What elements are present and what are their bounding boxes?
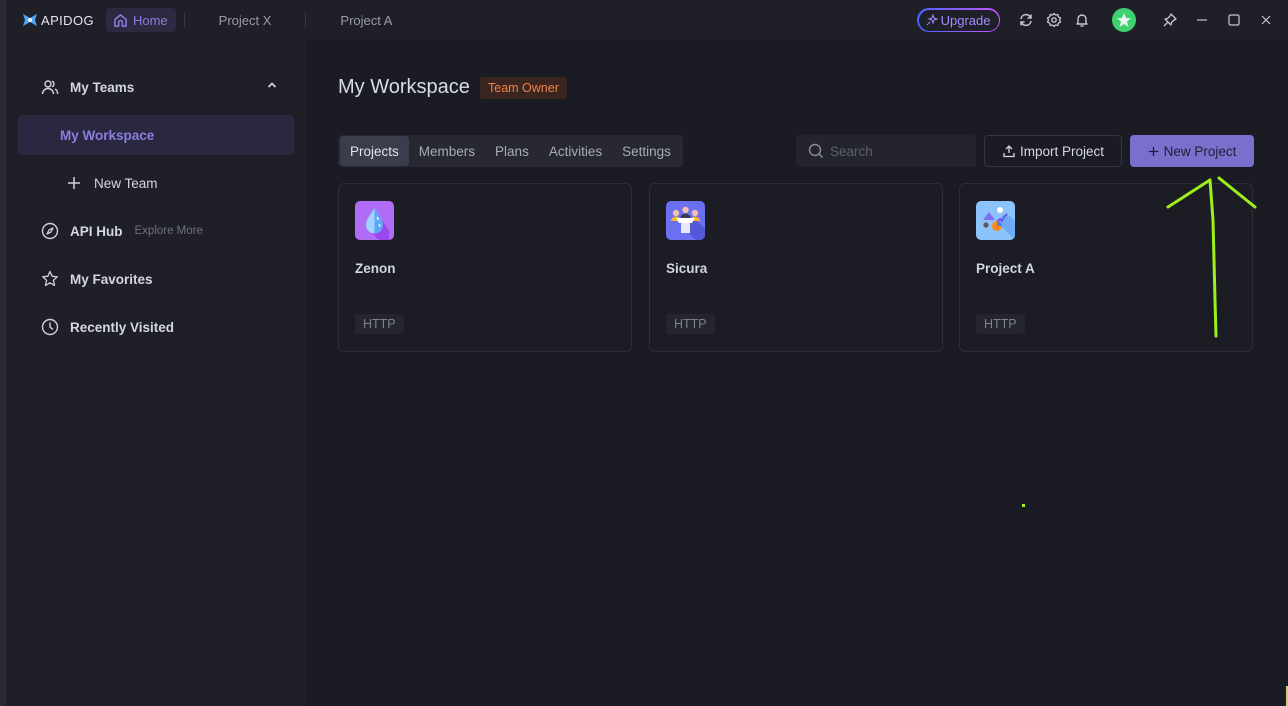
sidebar-item-my-favorites[interactable]: My Favorites: [18, 259, 294, 299]
sidebar-item-api-hub[interactable]: API Hub Explore More: [18, 211, 294, 251]
new-project-label: New Project: [1163, 143, 1237, 159]
project-type-tag: HTTP: [355, 314, 404, 334]
maximize-button[interactable]: [1218, 0, 1250, 40]
team-icon: [40, 77, 60, 97]
project-card-zenon[interactable]: Zenon HTTP: [338, 183, 632, 352]
new-team-button[interactable]: New Team: [18, 163, 294, 203]
plus-icon: [1148, 146, 1158, 156]
upgrade-button[interactable]: Upgrade: [917, 8, 1000, 32]
water-drop-icon: [355, 201, 394, 240]
notifications-button[interactable]: [1068, 6, 1096, 34]
star-avatar-icon: [1117, 13, 1131, 27]
tab-plans[interactable]: Plans: [485, 136, 539, 166]
import-icon: [1003, 145, 1015, 158]
role-badge: Team Owner: [480, 77, 567, 99]
sidebar-item-label: Recently Visited: [70, 319, 175, 335]
tab-home-label: Home: [132, 12, 168, 28]
pin-icon: [1163, 13, 1177, 27]
settings-icon: [1046, 12, 1062, 28]
tab-activities[interactable]: Activities: [539, 136, 612, 166]
maximize-icon: [1228, 14, 1240, 26]
bell-icon: [1076, 14, 1088, 27]
sidebar-item-recently-visited[interactable]: Recently Visited: [18, 307, 294, 347]
import-project-label: Import Project: [1019, 143, 1105, 159]
sidebar-item-my-workspace[interactable]: My Workspace: [18, 115, 294, 155]
project-type-tag: HTTP: [666, 314, 715, 334]
new-project-button[interactable]: New Project: [1130, 135, 1254, 167]
project-type-tag: HTTP: [976, 314, 1025, 334]
apidog-logo-icon: [23, 14, 37, 26]
search-box[interactable]: [796, 135, 976, 167]
sidebar-item-label: New Team: [94, 175, 158, 191]
sidebar-item-label: My Workspace: [60, 127, 155, 143]
explore-more-link[interactable]: Explore More: [135, 225, 203, 237]
search-input[interactable]: [830, 143, 960, 159]
sidebar-item-label: API Hub: [70, 223, 123, 239]
project-card-project-a[interactable]: Project A HTTP: [959, 183, 1253, 352]
sidebar: My Teams My Workspace New Team API Hub E…: [6, 40, 306, 706]
upgrade-label: Upgrade: [940, 12, 991, 28]
compass-icon: [40, 221, 60, 241]
close-icon: [1261, 15, 1271, 25]
search-icon: [808, 143, 823, 158]
close-button[interactable]: [1250, 0, 1282, 40]
tab-home[interactable]: Home: [105, 8, 176, 32]
import-project-button[interactable]: Import Project: [984, 135, 1122, 167]
pin-button[interactable]: [1154, 0, 1186, 40]
avatar[interactable]: [1112, 8, 1136, 32]
apidog-window: APIDOG Home Project X Project A Upgrade: [0, 0, 1288, 706]
tab-settings[interactable]: Settings: [612, 136, 681, 166]
tab-project-a[interactable]: Project A: [306, 13, 426, 28]
refresh-icon: [1020, 13, 1032, 27]
project-name: Project A: [976, 261, 1035, 276]
workspace-tabs: Projects Members Plans Activities Settin…: [338, 135, 683, 167]
logo-text: APIDOG: [41, 12, 94, 28]
home-icon: [114, 13, 127, 27]
project-name: Zenon: [355, 261, 396, 276]
main-content: My Workspace Team Owner Projects Members…: [306, 40, 1288, 706]
sidebar-item-label: My Favorites: [70, 271, 153, 287]
minimize-icon: [1197, 19, 1207, 21]
refresh-button[interactable]: [1012, 6, 1040, 34]
project-name: Sicura: [666, 261, 708, 276]
clock-icon: [40, 317, 60, 337]
tab-project-x[interactable]: Project X: [185, 13, 306, 28]
project-card-sicura[interactable]: Sicura HTTP: [649, 183, 943, 352]
sidebar-item-my-teams[interactable]: My Teams: [18, 67, 294, 107]
sidebar-item-label: My Teams: [70, 79, 135, 95]
settings-button[interactable]: [1040, 6, 1068, 34]
chevron-up-icon[interactable]: [266, 79, 278, 91]
page-title: My Workspace: [338, 76, 470, 98]
apidog-logo[interactable]: APIDOG: [22, 12, 94, 28]
team-podium-icon: [666, 201, 705, 240]
title-bar: APIDOG Home Project X Project A Upgrade: [6, 0, 1288, 40]
minimize-button[interactable]: [1186, 0, 1218, 40]
shapes-icon: [976, 201, 1015, 240]
star-icon: [40, 269, 60, 289]
sparkle-icon: [926, 14, 938, 26]
tab-projects[interactable]: Projects: [340, 136, 409, 166]
plus-icon: [64, 173, 84, 193]
tab-members[interactable]: Members: [409, 136, 485, 166]
